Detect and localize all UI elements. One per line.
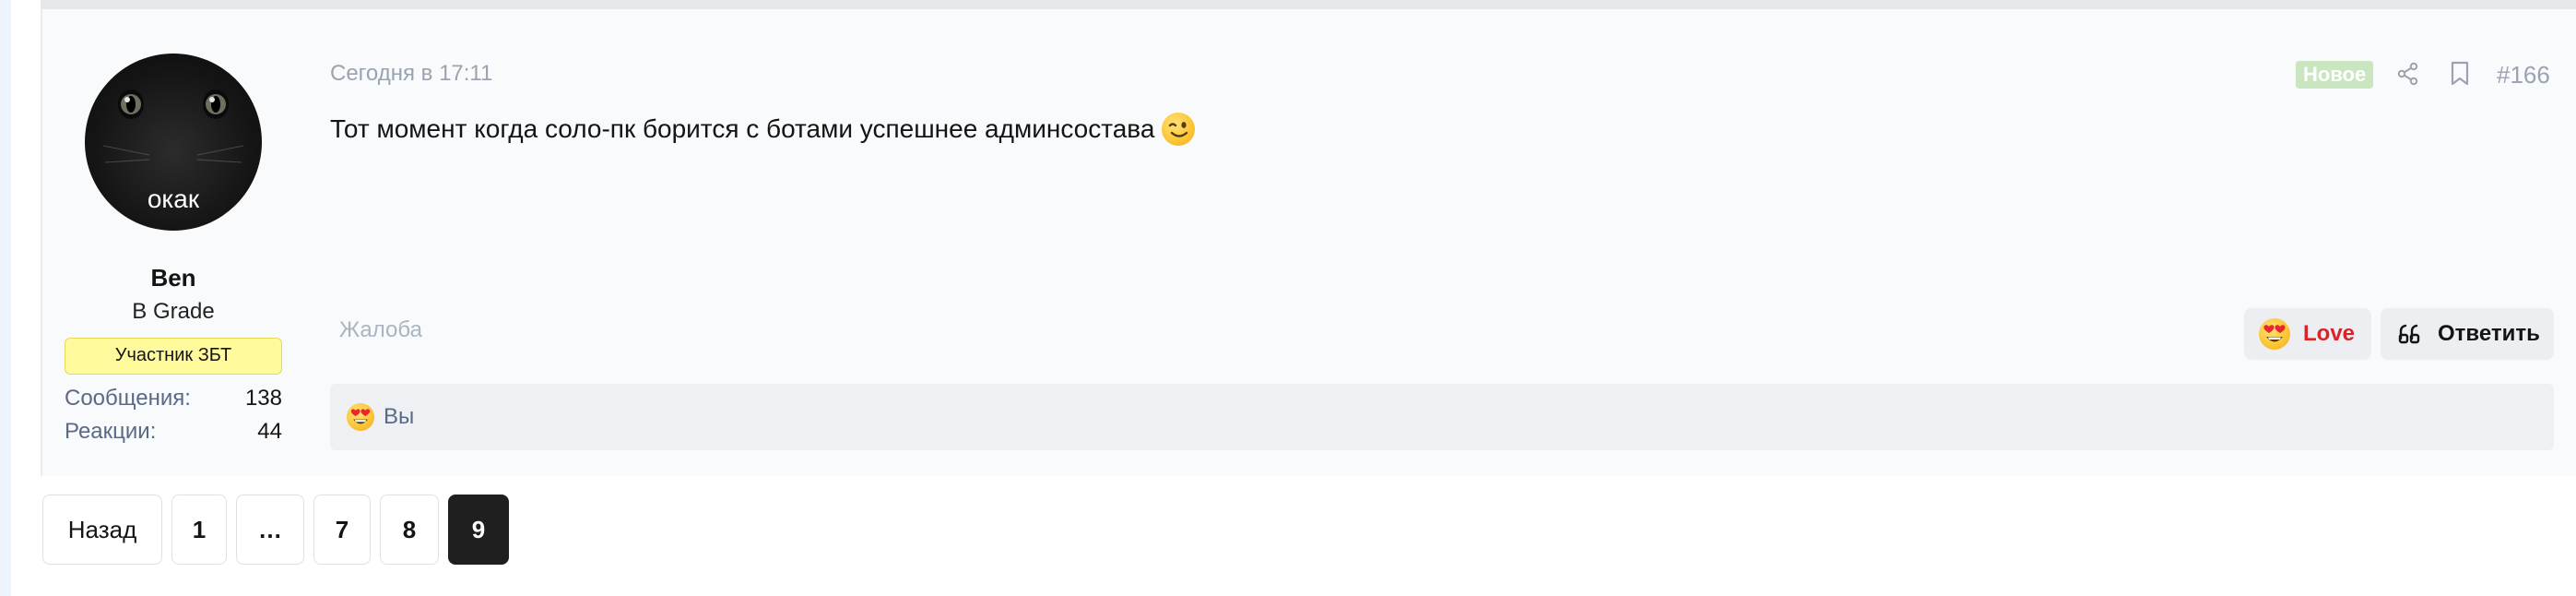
reactions-label: Реакции: — [65, 419, 157, 444]
reply-button[interactable]: Ответить — [2381, 308, 2554, 360]
avatar[interactable]: окак — [85, 54, 262, 231]
panel-divider — [41, 0, 2576, 9]
reply-button-label: Ответить — [2438, 321, 2540, 346]
pagination-page-9-current[interactable]: 9 — [448, 495, 509, 565]
reactions-summary-text: Вы — [384, 404, 415, 429]
pagination-page-8[interactable]: 8 — [380, 495, 439, 565]
share-icon[interactable] — [2392, 57, 2425, 90]
post-message: Тот момент когда соло-пк борится с ботам… — [330, 113, 1196, 146]
post-message-text: Тот момент когда соло-пк борится с ботам… — [330, 114, 1155, 143]
user-title: B Grade — [132, 299, 215, 324]
post-date[interactable]: Сегодня в 17:11 — [330, 61, 492, 87]
pagination-page-7[interactable]: 7 — [313, 495, 371, 565]
pagination-ellipsis[interactable]: … — [236, 495, 304, 565]
reactions-count: 44 — [257, 419, 282, 444]
love-reaction-button[interactable]: Love — [2244, 308, 2371, 360]
messages-count: 138 — [244, 386, 282, 411]
reactions-summary-bar[interactable]: Вы — [330, 384, 2554, 450]
pagination-page-1[interactable]: 1 — [171, 495, 227, 565]
report-link[interactable]: Жалоба — [339, 317, 422, 343]
love-button-label: Love — [2303, 321, 2356, 346]
user-banner: Участник ЗБТ — [65, 338, 282, 375]
avatar-caption: окак — [147, 185, 200, 213]
page: окак Ben B Grade Участник ЗБТ Сообщения:… — [0, 0, 2576, 596]
heart-eyes-emoji-icon — [347, 403, 374, 431]
quote-reply-icon — [2397, 322, 2425, 346]
username[interactable]: Ben — [63, 264, 284, 292]
pagination-back-button[interactable]: Назад — [42, 495, 162, 565]
new-badge: Новое — [2296, 61, 2374, 89]
winking-face-emoji-icon — [1162, 113, 1196, 146]
messages-label: Сообщения: — [65, 386, 191, 411]
post-number-link[interactable]: #166 — [2497, 61, 2550, 89]
left-rail — [0, 0, 11, 596]
bookmark-icon[interactable] — [2443, 57, 2476, 90]
heart-eyes-emoji-icon — [2259, 318, 2290, 350]
